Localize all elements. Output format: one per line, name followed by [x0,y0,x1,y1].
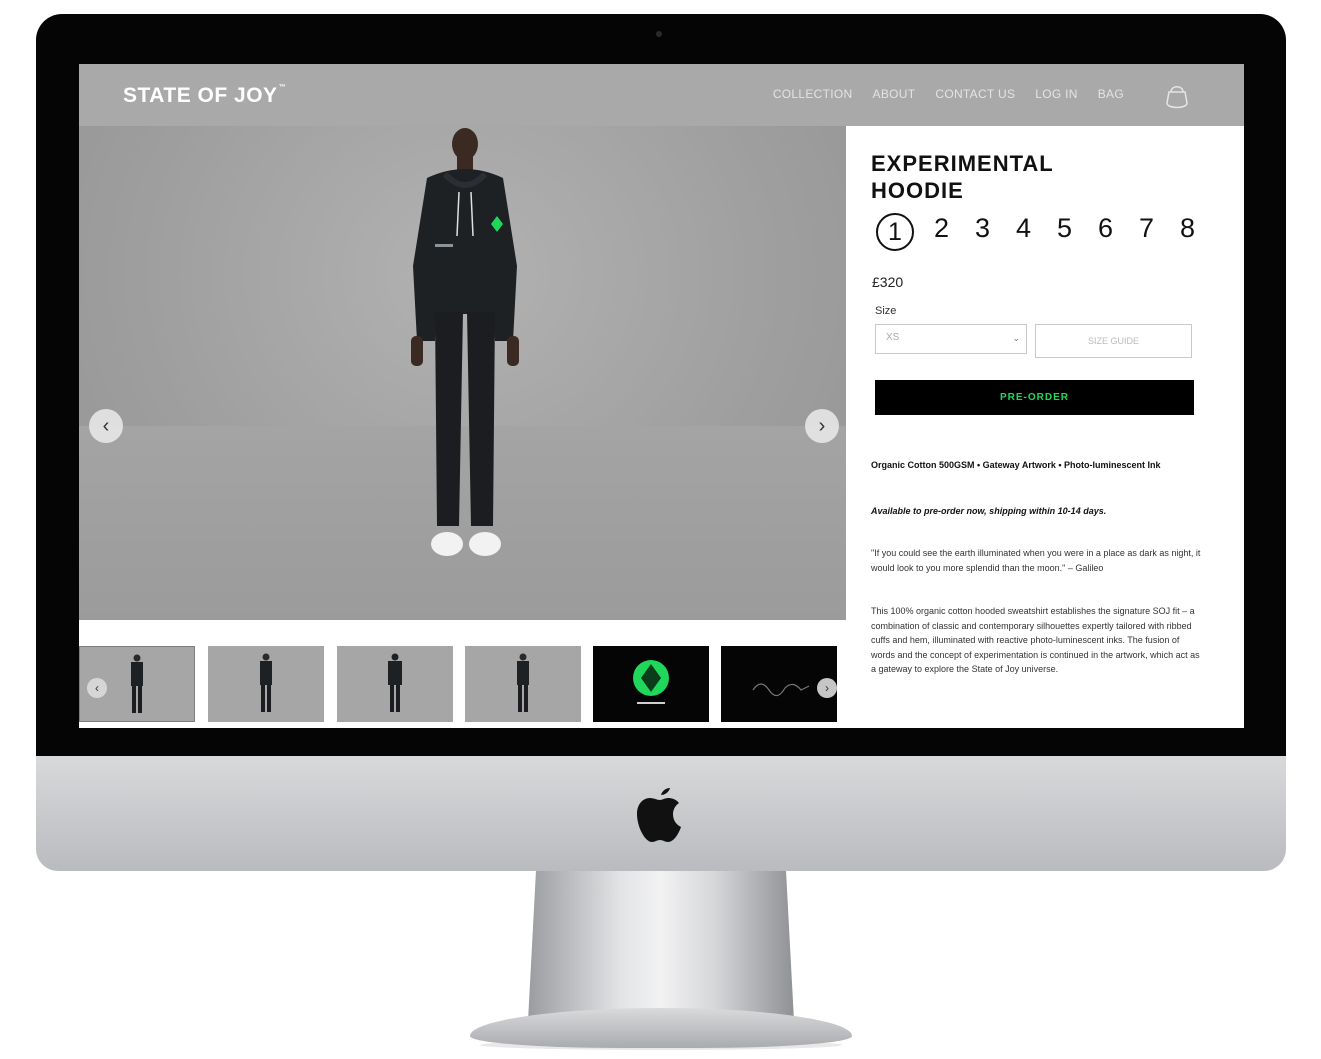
edition-selector: 1 2 3 4 5 6 7 8 [876,213,1208,251]
chevron-left-icon: ‹ [95,681,99,695]
size-label: Size [875,305,897,317]
product-title: EXPERIMENTAL HOODIE [871,151,1054,203]
product-panel: EXPERIMENTAL HOODIE 1 2 3 4 5 6 7 8 £320… [846,126,1244,728]
prev-image-button[interactable]: ‹ [89,409,123,443]
product-description: This 100% organic cotton hooded sweatshi… [871,606,1200,674]
galileo-quote: "If you could see the earth illuminated … [871,548,1201,573]
nav-bag[interactable]: BAG [1098,87,1124,101]
thumbnail-figure [517,653,529,712]
model-figure [411,128,519,556]
imac-base [470,1008,852,1048]
nav-log-in[interactable]: LOG IN [1035,87,1077,101]
thumbnail-figure [260,653,272,712]
availability-text: Available to pre-order now, shipping wit… [871,506,1107,516]
apple-logo-icon [637,788,681,842]
size-select-value: XS [886,332,900,343]
nav-collection[interactable]: COLLECTION [773,87,853,101]
chevron-right-icon: › [825,681,829,695]
thumbnail-5[interactable] [593,646,709,722]
brand-name: STATE OF JOY [123,84,278,107]
thumbnail-4[interactable] [465,646,581,722]
size-guide-button[interactable]: SIZE GUIDE [1035,324,1192,358]
size-select[interactable]: XS ⌄ [875,324,1027,354]
chevron-right-icon: › [818,414,826,437]
browser-screen: STATE OF JOY™ COLLECTION ABOUT CONTACT U… [79,64,1244,728]
thumbnails-next-button[interactable]: › [817,678,837,698]
next-image-button[interactable]: › [805,409,839,443]
main-nav: COLLECTION ABOUT CONTACT US LOG IN BAG [773,87,1124,101]
edition-4[interactable]: 4 [1003,213,1044,251]
site-header: STATE OF JOY™ COLLECTION ABOUT CONTACT U… [79,64,1244,126]
thumbnail-strip: ‹ › [79,646,846,724]
green-artwork-icon [633,660,669,704]
thumbnails-prev-button[interactable]: ‹ [87,678,107,698]
main-product-image: ‹ › [79,126,846,620]
chevron-left-icon: ‹ [102,414,110,437]
imac-stand [528,871,794,1021]
material-line: Organic Cotton 500GSM • Gateway Artwork … [871,460,1161,470]
edition-5[interactable]: 5 [1044,213,1085,251]
chevron-down-icon: ⌄ [1012,333,1020,343]
signature-artwork-icon [752,683,810,697]
edition-7[interactable]: 7 [1126,213,1167,251]
edition-6[interactable]: 6 [1085,213,1126,251]
edition-1[interactable]: 1 [876,213,914,251]
nav-contact-us[interactable]: CONTACT US [935,87,1015,101]
camera-icon [656,31,662,37]
edition-3[interactable]: 3 [962,213,1003,251]
edition-8[interactable]: 8 [1167,213,1208,251]
preorder-button[interactable]: PRE-ORDER [875,380,1194,415]
product-price: £320 [872,274,904,290]
brand-trademark: ™ [278,84,287,91]
edition-2[interactable]: 2 [921,213,962,251]
thumbnail-figure [131,654,143,713]
brand-logo[interactable]: STATE OF JOY™ [123,84,286,108]
thumbnail-2[interactable] [208,646,324,722]
gallery-gap [79,620,846,646]
thumbnail-figure [388,653,402,712]
thumbnail-3[interactable] [337,646,453,722]
bag-icon[interactable] [1163,81,1191,111]
nav-about[interactable]: ABOUT [873,87,916,101]
